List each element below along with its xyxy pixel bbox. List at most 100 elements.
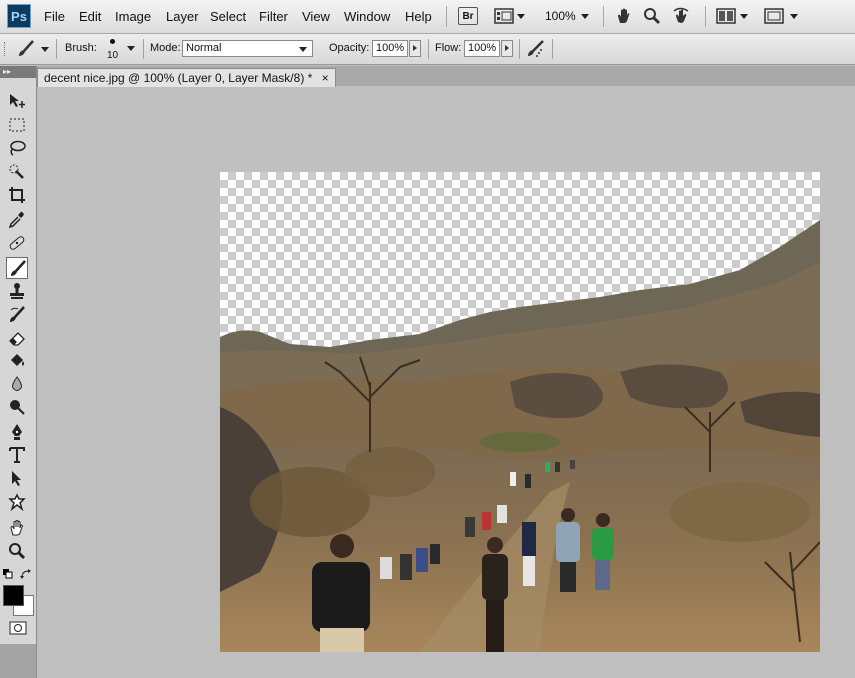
foreground-color-swatch[interactable] [3, 585, 24, 606]
menubar-separator [705, 6, 706, 27]
rotate-view-button[interactable] [672, 7, 694, 27]
screen-mode-icon [764, 8, 784, 24]
mode-select[interactable]: Normal [182, 40, 313, 57]
history-brush-icon [10, 306, 25, 322]
options-separator [56, 39, 57, 59]
move-tool[interactable] [6, 90, 28, 112]
brush-picker[interactable]: 10 [103, 37, 137, 63]
menu-edit[interactable]: Edit [79, 9, 101, 24]
brush-label: Brush: [65, 42, 97, 54]
zoom-level[interactable]: 100% [545, 9, 576, 23]
marquee-tool[interactable] [6, 114, 28, 136]
path-selection-tool[interactable] [6, 467, 28, 489]
document-tab-bar: decent nice.jpg @ 100% (Layer 0, Layer M… [37, 66, 855, 87]
hand-tool[interactable] [6, 517, 28, 539]
swap-colors-button[interactable] [20, 568, 32, 579]
flow-slider-button[interactable] [501, 40, 513, 57]
flow-input[interactable]: 100% [464, 40, 500, 57]
airbrush-toggle[interactable] [524, 38, 546, 60]
quick-mask-button[interactable] [9, 621, 27, 635]
paint-bucket-icon [11, 354, 24, 366]
pen-tool[interactable] [6, 421, 28, 443]
chevron-down-icon [299, 47, 307, 52]
healing-brush-tool[interactable] [6, 232, 28, 254]
view-extras-button[interactable] [494, 7, 525, 27]
quick-selection-tool[interactable] [6, 161, 28, 183]
hand-tool-button[interactable] [615, 7, 635, 27]
default-colors-button[interactable] [3, 568, 13, 579]
move-arrow-icon [10, 94, 25, 108]
lasso-tool[interactable] [6, 137, 28, 159]
eyedropper-tool[interactable] [6, 208, 28, 230]
blur-tool[interactable] [6, 373, 28, 395]
menu-image[interactable]: Image [115, 9, 151, 24]
custom-shape-tool[interactable] [6, 491, 28, 513]
chevron-down-icon [41, 47, 49, 52]
close-icon[interactable]: × [322, 71, 329, 85]
document-tab-title: decent nice.jpg @ 100% (Layer 0, Layer M… [44, 71, 313, 85]
stamp-icon [10, 283, 24, 299]
document-tab[interactable]: decent nice.jpg @ 100% (Layer 0, Layer M… [37, 68, 336, 87]
menu-file[interactable]: File [44, 9, 65, 24]
tool-preset-picker[interactable] [16, 39, 50, 59]
airbrush-icon [528, 40, 544, 57]
crop-icon [9, 187, 25, 203]
type-t-icon [9, 447, 25, 463]
pen-nib-icon [12, 424, 22, 440]
options-grip[interactable] [4, 42, 9, 56]
tools-panel-collapse-arrows[interactable]: ▸▸ [0, 66, 36, 78]
menu-filter[interactable]: Filter [259, 9, 288, 24]
opacity-input[interactable]: 100% [372, 40, 408, 57]
document-canvas[interactable] [220, 172, 820, 652]
landscape-photo-image [220, 220, 820, 652]
eyedropper-icon [8, 211, 24, 228]
chevron-down-icon[interactable] [581, 14, 589, 19]
arrange-documents-button[interactable] [716, 7, 750, 27]
mode-label: Mode: [150, 42, 181, 54]
opacity-label: Opacity: [329, 42, 370, 54]
chevron-down-icon [127, 46, 135, 51]
water-drop-icon [12, 376, 22, 391]
options-separator [552, 39, 553, 59]
custom-shape-icon [8, 493, 26, 511]
eraser-tool[interactable] [6, 327, 28, 349]
bandage-icon [9, 236, 25, 250]
menu-help[interactable]: Help [405, 9, 432, 24]
hand-icon [10, 520, 23, 536]
menu-layer[interactable]: Layer [166, 9, 199, 24]
brush-tool[interactable] [6, 257, 28, 279]
menu-select[interactable]: Select [210, 9, 246, 24]
quick-mask-icon [9, 621, 27, 635]
zoom-tool-button[interactable] [643, 7, 663, 27]
magnifier-icon [644, 8, 661, 25]
photoshop-logo: Ps [7, 4, 31, 28]
zoom-tool[interactable] [6, 540, 28, 562]
rotate-hand-icon [673, 7, 689, 23]
flow-label: Flow: [435, 42, 462, 54]
tool-options-bar: Brush: 10 Mode: Normal Opacity: 100% Flo… [0, 34, 855, 65]
dodge-tool[interactable] [6, 396, 28, 418]
menu-window[interactable]: Window [344, 9, 390, 24]
hand-icon [618, 8, 630, 23]
chevron-down-icon [740, 14, 748, 19]
swap-arrow-icon [20, 569, 31, 579]
screen-mode-button[interactable] [764, 7, 798, 27]
history-brush-tool[interactable] [6, 304, 28, 326]
brush-icon [19, 40, 34, 56]
menubar-separator [603, 6, 604, 27]
quick-selection-icon [9, 164, 24, 179]
paint-bucket-tool[interactable] [6, 350, 28, 372]
rectangle-marquee-icon [9, 118, 25, 132]
clone-stamp-tool[interactable] [6, 280, 28, 302]
chevron-down-icon [517, 14, 525, 19]
type-tool[interactable] [6, 444, 28, 466]
menu-view[interactable]: View [302, 9, 330, 24]
arrange-icon [716, 8, 736, 24]
bridge-button[interactable]: Br [458, 7, 478, 25]
menu-bar: Ps File Edit Image Layer Select Filter V… [0, 0, 855, 34]
opacity-slider-button[interactable] [409, 40, 421, 57]
default-colors-icon [3, 569, 13, 579]
dodge-icon [10, 400, 25, 415]
crop-tool[interactable] [6, 184, 28, 206]
brush-tip-icon [110, 39, 115, 44]
